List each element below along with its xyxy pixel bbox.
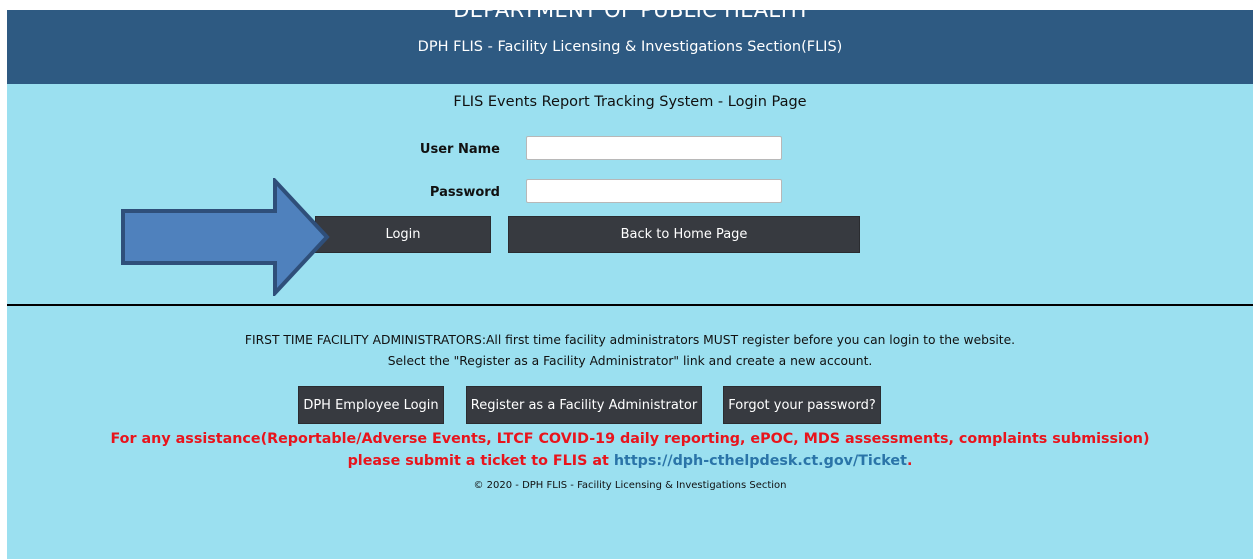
ticket-notice-period: . bbox=[906, 453, 913, 469]
assistance-notice: For any assistance(Reportable/Adverse Ev… bbox=[110, 431, 1150, 447]
section-subtitle: DPH FLIS - Facility Licensing & Investig… bbox=[417, 39, 843, 55]
login-button[interactable]: Login bbox=[315, 216, 491, 253]
info-panel: FIRST TIME FACILITY ADMINISTRATORS:All f… bbox=[7, 306, 1253, 499]
password-input[interactable] bbox=[526, 179, 782, 203]
ticket-notice: please submit a ticket to FLIS at https:… bbox=[7, 453, 1253, 469]
site-header: DEPARTMENT OF PUBLIC HEALTH DPH FLIS - F… bbox=[7, 10, 1253, 84]
page-bottom-area bbox=[7, 499, 1253, 559]
ticket-notice-text: please submit a ticket to FLIS at bbox=[347, 453, 614, 469]
password-label: Password bbox=[429, 185, 500, 200]
dph-employee-login-button[interactable]: DPH Employee Login bbox=[298, 386, 444, 424]
username-label: User Name bbox=[419, 142, 500, 157]
register-instruction: Select the "Register as a Facility Admin… bbox=[387, 354, 873, 368]
back-to-home-button[interactable]: Back to Home Page bbox=[508, 216, 860, 253]
first-time-admin-notice: FIRST TIME FACILITY ADMINISTRATORS:All f… bbox=[244, 333, 1016, 347]
username-input[interactable] bbox=[526, 136, 782, 160]
copyright-footer: © 2020 - DPH FLIS - Facility Licensing &… bbox=[473, 480, 787, 491]
forgot-password-button[interactable]: Forgot your password? bbox=[723, 386, 881, 424]
page-title: FLIS Events Report Tracking System - Log… bbox=[453, 94, 807, 110]
helpdesk-ticket-link[interactable]: https://dph-cthelpdesk.ct.gov/Ticket bbox=[614, 453, 907, 469]
arrow-right-icon bbox=[121, 178, 330, 296]
register-facility-admin-button[interactable]: Register as a Facility Administrator bbox=[466, 386, 702, 424]
department-title: DEPARTMENT OF PUBLIC HEALTH bbox=[453, 10, 807, 22]
